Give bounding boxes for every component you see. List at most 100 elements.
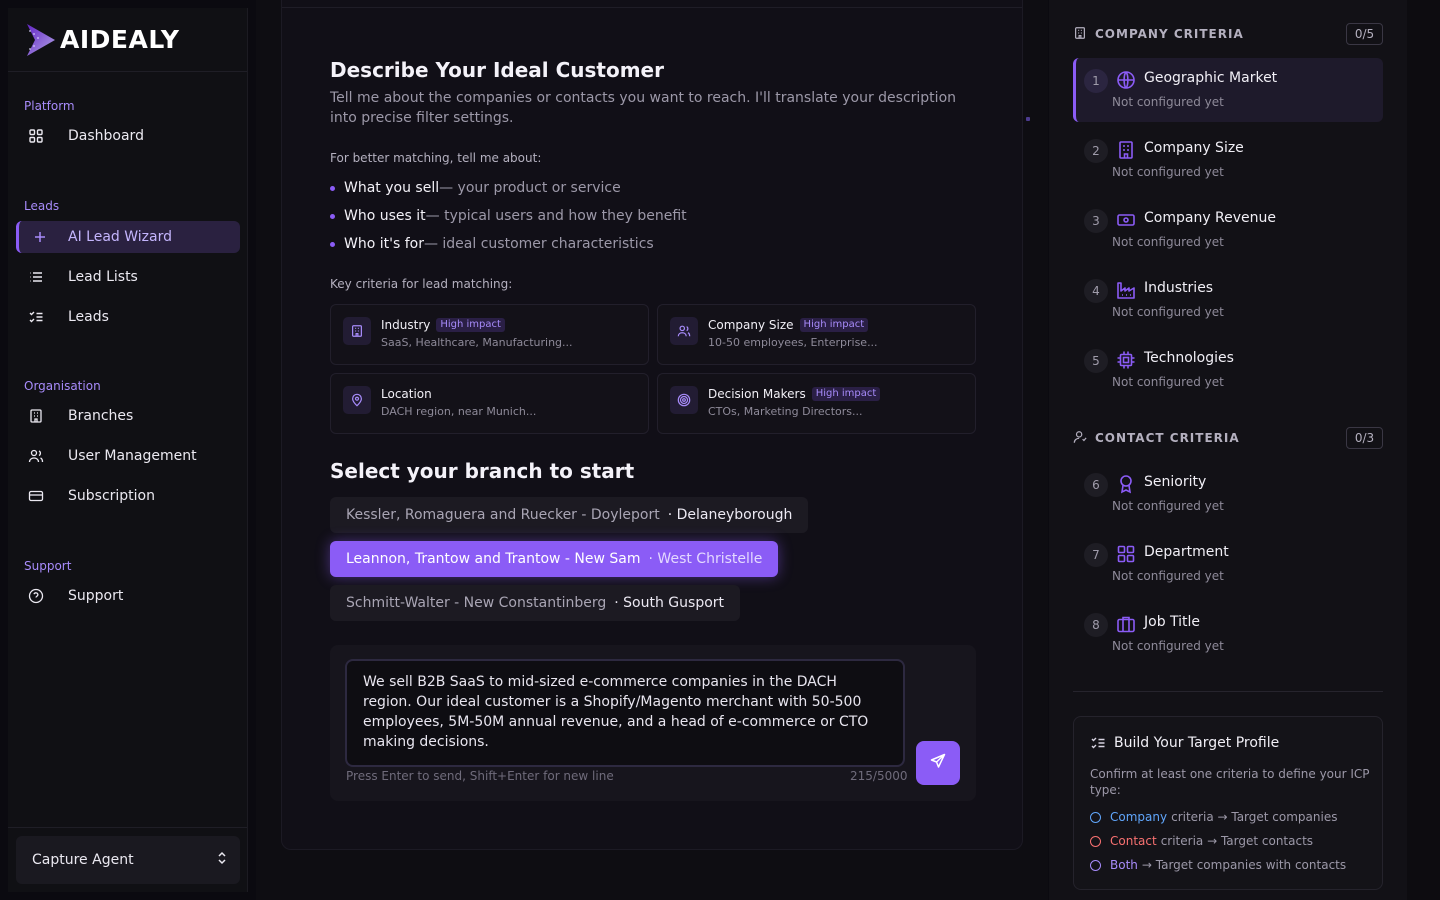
step-number: 2	[1084, 139, 1108, 163]
step-seniority[interactable]: 6 Seniority Not configured yet	[1073, 462, 1383, 526]
map-pin-icon	[343, 386, 371, 414]
branch-option[interactable]: Kessler, Romaguera and Ruecker - Doylepo…	[330, 497, 809, 533]
banknote-icon	[1116, 210, 1136, 230]
logo[interactable]: AIDEALY	[8, 8, 247, 72]
criteria-title: Location	[381, 387, 432, 401]
criteria-count: 0/5	[1346, 23, 1383, 45]
step-industries[interactable]: 4 Industries Not configured yet	[1073, 268, 1383, 332]
criteria-desc: CTOs, Marketing Directors...	[708, 405, 863, 418]
step-department[interactable]: 7 Department Not configured yet	[1073, 532, 1383, 596]
tip-bold: Who uses it	[344, 208, 426, 224]
users-icon	[28, 448, 44, 464]
section-title: CONTACT CRITERIA	[1095, 431, 1240, 445]
key-criteria-label: Key criteria for lead matching:	[330, 277, 513, 291]
step-company-revenue[interactable]: 3 Company Revenue Not configured yet	[1073, 198, 1383, 262]
scroll-indicator	[1026, 117, 1030, 121]
step-number: 4	[1084, 279, 1108, 303]
step-number: 1	[1084, 69, 1108, 93]
chat-composer: We sell B2B SaaS to mid-sized e-commerce…	[330, 645, 976, 801]
branch-city: · Delaneyborough	[667, 507, 793, 523]
list-item: Who uses it — typical users and how they …	[330, 206, 687, 226]
impact-badge: High impact	[799, 318, 869, 332]
step-title: Geographic Market	[1144, 70, 1278, 86]
criteria-card-company-size: Company Size High impact 10-50 employees, …	[657, 304, 976, 365]
list-item: Who it's for — ideal customer characteris…	[330, 234, 687, 254]
list-item: What you sell — your product or service	[330, 178, 687, 198]
list-icon	[28, 269, 44, 285]
tip-text: — your product or service	[439, 180, 621, 196]
panel-edge	[1407, 0, 1440, 900]
branch-section-title: Select your branch to start	[330, 459, 635, 483]
plus-icon	[32, 229, 48, 245]
icp-option-both: Both → Target companies with contacts	[1090, 858, 1346, 872]
step-title: Technologies	[1144, 350, 1234, 366]
criteria-card-industry: Industry High impact SaaS, Healthcare, Man…	[330, 304, 649, 365]
checklist-icon	[1091, 737, 1105, 749]
step-title: Company Revenue	[1144, 210, 1277, 226]
tip-bold: What you sell	[344, 180, 440, 196]
criteria-count: 0/3	[1346, 427, 1383, 449]
nav-item-leads[interactable]: Leads	[16, 301, 240, 333]
card-divider	[282, 7, 1022, 8]
nav-item-user-management[interactable]: User Management	[16, 440, 240, 472]
nav-item-support[interactable]: Support	[16, 580, 240, 612]
step-title: Seniority	[1144, 474, 1207, 490]
nav-section-platform: Platform Dashboard	[8, 96, 248, 160]
page-title: Describe Your Ideal Customer	[330, 58, 664, 82]
nav-item-branches[interactable]: Branches	[16, 400, 240, 432]
globe-icon	[1116, 70, 1136, 90]
step-status: Not configured yet	[1112, 235, 1224, 249]
step-number: 8	[1084, 613, 1108, 637]
checklist-icon	[28, 309, 44, 325]
sidebar: AIDEALY Platform Dashboard Leads AI Lead…	[8, 8, 248, 892]
better-matching-label: For better matching, tell me about:	[330, 151, 542, 165]
tips-list: What you sell — your product or service W…	[330, 178, 687, 262]
sidebar-divider	[8, 827, 247, 828]
nav-item-label: AI Lead Wizard	[68, 229, 172, 245]
step-geographic-market[interactable]: 1 Geographic Market Not configured yet	[1073, 58, 1383, 122]
option-text: criteria → Target contacts	[1160, 834, 1314, 848]
branch-option[interactable]: Schmitt-Walter - New Constantinberg · Sou…	[330, 585, 741, 621]
section-title: COMPANY CRITERIA	[1095, 27, 1244, 41]
step-number: 3	[1084, 209, 1108, 233]
tip-text: — ideal customer characteristics	[423, 236, 654, 252]
building-icon	[343, 317, 371, 345]
option-keyword: Contact	[1110, 834, 1157, 848]
step-number: 5	[1084, 349, 1108, 373]
nav-item-label: Leads	[68, 309, 109, 325]
criteria-desc: 10-50 employees, Enterprise...	[708, 336, 878, 349]
option-text: criteria → Target companies	[1171, 810, 1338, 824]
step-status: Not configured yet	[1112, 569, 1224, 583]
capture-agent-selector[interactable]: Capture Agent	[16, 836, 240, 884]
option-keyword: Both	[1110, 858, 1138, 872]
step-company-size[interactable]: 2 Company Size Not configured yet	[1073, 128, 1383, 192]
bullet-dot	[330, 213, 335, 219]
step-title: Industries	[1144, 280, 1214, 296]
help-circle-icon	[28, 588, 44, 604]
nav-item-ai-lead-wizard[interactable]: AI Lead Wizard	[16, 221, 240, 253]
nav-item-label: Branches	[68, 408, 134, 424]
send-button[interactable]	[916, 741, 960, 785]
award-icon	[1116, 474, 1136, 494]
step-technologies[interactable]: 5 Technologies Not configured yet	[1073, 338, 1383, 402]
nav-item-label: Support	[68, 588, 124, 604]
nav-label-organisation: Organisation	[24, 379, 101, 393]
panel-divider	[1073, 691, 1383, 692]
nav-item-label: Dashboard	[68, 128, 144, 144]
nav-item-dashboard[interactable]: Dashboard	[16, 120, 240, 152]
step-title: Job Title	[1144, 614, 1201, 630]
branch-city: · West Christelle	[648, 551, 763, 567]
contact-criteria-header: CONTACT CRITERIA 0/3	[1073, 427, 1383, 449]
step-title: Department	[1144, 544, 1229, 560]
step-job-title[interactable]: 8 Job Title Not configured yet	[1073, 602, 1383, 666]
nav-item-lead-lists[interactable]: Lead Lists	[16, 261, 240, 293]
nav-item-subscription[interactable]: Subscription	[16, 480, 240, 512]
nav-label-support: Support	[24, 559, 72, 573]
criteria-desc: DACH region, near Munich...	[381, 405, 537, 418]
impact-badge: High impact	[811, 387, 881, 401]
target-profile-card: Build Your Target Profile Confirm at lea…	[1073, 716, 1383, 890]
branch-option-selected[interactable]: Leannon, Trantow and Trantow - New Sam · …	[330, 541, 779, 577]
company-criteria-header: COMPANY CRITERIA 0/5	[1073, 23, 1383, 45]
description-textarea[interactable]: We sell B2B SaaS to mid-sized e-commerce…	[345, 659, 905, 767]
nav-label-platform: Platform	[24, 99, 75, 113]
